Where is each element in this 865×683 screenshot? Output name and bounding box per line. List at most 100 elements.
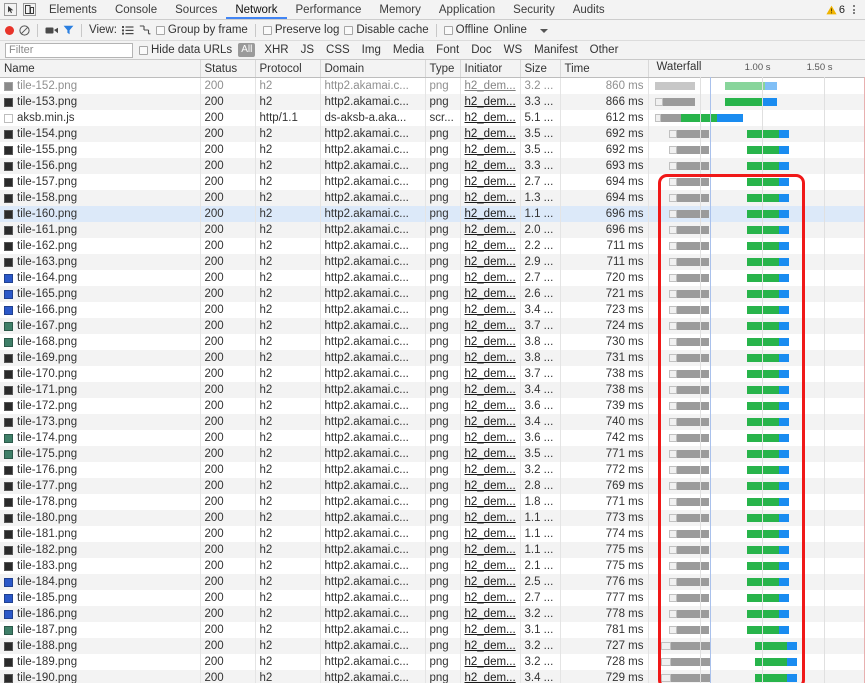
cell-waterfall[interactable] — [648, 110, 865, 126]
cell-name[interactable]: aksb.min.js — [0, 110, 201, 126]
table-row[interactable]: tile-169.png 200 h2 http2.akamai.c... png h2_… — [0, 350, 865, 366]
type-filter-doc[interactable]: Doc — [468, 43, 494, 57]
cell-waterfall[interactable] — [648, 494, 865, 510]
initiator-link[interactable]: h2_dem... — [465, 320, 516, 332]
throttling-dropdown[interactable] — [539, 24, 548, 36]
cell-name[interactable]: tile-152.png — [0, 77, 201, 94]
cell-waterfall[interactable] — [648, 638, 865, 654]
table-row[interactable]: tile-186.png 200 h2 http2.akamai.c... png h2_… — [0, 606, 865, 622]
table-row[interactable]: tile-167.png 200 h2 http2.akamai.c... png h2_… — [0, 318, 865, 334]
cell-waterfall[interactable] — [648, 558, 865, 574]
type-filter-ws[interactable]: WS — [501, 43, 526, 57]
cell-name[interactable]: tile-184.png — [0, 574, 201, 590]
col-header-time[interactable]: Time — [560, 60, 649, 78]
cell-name[interactable]: tile-189.png — [0, 654, 201, 670]
table-row[interactable]: tile-170.png 200 h2 http2.akamai.c... png h2_… — [0, 366, 865, 382]
cell-initiator[interactable]: h2_dem... — [460, 126, 521, 142]
cell-initiator[interactable]: h2_dem... — [460, 382, 521, 398]
cell-name[interactable]: tile-187.png — [0, 622, 201, 638]
cell-initiator[interactable]: h2_dem... — [460, 558, 521, 574]
cell-waterfall[interactable] — [648, 590, 865, 606]
table-row[interactable]: tile-154.png 200 h2 http2.akamai.c... png h2_… — [0, 126, 865, 142]
table-row[interactable]: tile-189.png 200 h2 http2.akamai.c... png h2_… — [0, 654, 865, 670]
cell-waterfall[interactable] — [648, 318, 865, 334]
initiator-link[interactable]: h2_dem... — [465, 256, 516, 268]
initiator-link[interactable]: h2_dem... — [465, 240, 516, 252]
table-row[interactable]: tile-185.png 200 h2 http2.akamai.c... png h2_… — [0, 590, 865, 606]
table-row[interactable]: tile-178.png 200 h2 http2.akamai.c... png h2_… — [0, 494, 865, 510]
cell-initiator[interactable]: h2_dem... — [460, 654, 521, 670]
initiator-link[interactable]: h2_dem... — [465, 368, 516, 380]
tab-memory[interactable]: Memory — [370, 0, 430, 19]
cell-waterfall[interactable] — [648, 606, 865, 622]
cell-name[interactable]: tile-166.png — [0, 302, 201, 318]
initiator-link[interactable]: h2_dem... — [465, 272, 516, 284]
table-row[interactable]: tile-172.png 200 h2 http2.akamai.c... png h2_… — [0, 398, 865, 414]
table-row[interactable]: tile-182.png 200 h2 http2.akamai.c... png h2_… — [0, 542, 865, 558]
clear-icon[interactable] — [19, 24, 30, 36]
inspect-element-icon[interactable] — [4, 3, 17, 16]
cell-waterfall[interactable] — [648, 302, 865, 318]
filter-icon[interactable] — [63, 25, 74, 35]
cell-name[interactable]: tile-171.png — [0, 382, 201, 398]
table-row[interactable]: tile-165.png 200 h2 http2.akamai.c... png h2_… — [0, 286, 865, 302]
table-row[interactable]: tile-190.png 200 h2 http2.akamai.c... png h2_… — [0, 670, 865, 683]
initiator-link[interactable]: h2_dem... — [465, 96, 516, 108]
group-by-frame-option[interactable]: Group by frame — [155, 24, 248, 36]
cell-waterfall[interactable] — [648, 542, 865, 558]
cell-name[interactable]: tile-174.png — [0, 430, 201, 446]
cell-name[interactable]: tile-172.png — [0, 398, 201, 414]
table-row[interactable]: tile-153.png 200 h2 http2.akamai.c... png h2_… — [0, 94, 865, 110]
table-row[interactable]: tile-162.png 200 h2 http2.akamai.c... png h2_… — [0, 238, 865, 254]
initiator-link[interactable]: h2_dem... — [465, 192, 516, 204]
initiator-link[interactable]: h2_dem... — [465, 288, 516, 300]
initiator-link[interactable]: h2_dem... — [465, 80, 516, 92]
cell-name[interactable]: tile-154.png — [0, 126, 201, 142]
disable-cache-option[interactable]: Disable cache — [344, 24, 429, 36]
table-row[interactable]: tile-155.png 200 h2 http2.akamai.c... png h2_… — [0, 142, 865, 158]
tab-audits[interactable]: Audits — [564, 0, 614, 19]
cell-name[interactable]: tile-173.png — [0, 414, 201, 430]
cell-waterfall[interactable] — [648, 670, 865, 683]
cell-name[interactable]: tile-188.png — [0, 638, 201, 654]
cell-initiator[interactable]: h2_dem... — [460, 510, 521, 526]
initiator-link[interactable]: h2_dem... — [465, 208, 516, 220]
cell-waterfall[interactable] — [648, 366, 865, 382]
cell-initiator[interactable]: h2_dem... — [460, 446, 521, 462]
waterfall-view-icon[interactable] — [139, 25, 151, 35]
initiator-link[interactable]: h2_dem... — [465, 640, 516, 652]
cell-name[interactable]: tile-176.png — [0, 462, 201, 478]
initiator-link[interactable]: h2_dem... — [465, 672, 516, 683]
cell-initiator[interactable]: h2_dem... — [460, 350, 521, 366]
initiator-link[interactable]: h2_dem... — [465, 656, 516, 668]
col-header-domain[interactable]: Domain — [320, 60, 426, 78]
hide-data-urls-checkbox[interactable] — [139, 45, 148, 55]
tab-network[interactable]: Network — [226, 0, 286, 19]
cell-waterfall[interactable] — [648, 462, 865, 478]
cell-initiator[interactable]: h2_dem... — [460, 398, 521, 414]
type-filter-js[interactable]: JS — [298, 43, 317, 57]
col-header-waterfall[interactable]: Waterfall 1.00 s 1.50 s — [648, 60, 865, 78]
table-row[interactable]: tile-161.png 200 h2 http2.akamai.c... png h2_… — [0, 222, 865, 238]
cell-initiator[interactable]: h2_dem... — [460, 622, 521, 638]
initiator-link[interactable]: h2_dem... — [465, 624, 516, 636]
initiator-link[interactable]: h2_dem... — [465, 144, 516, 156]
filter-input[interactable] — [5, 42, 133, 58]
initiator-link[interactable]: h2_dem... — [465, 576, 516, 588]
initiator-link[interactable]: h2_dem... — [465, 336, 516, 348]
type-filter-css[interactable]: CSS — [323, 43, 353, 57]
cell-name[interactable]: tile-168.png — [0, 334, 201, 350]
list-view-icon[interactable] — [121, 25, 134, 35]
cell-initiator[interactable]: h2_dem... — [460, 334, 521, 350]
cell-initiator[interactable]: h2_dem... — [460, 142, 521, 158]
type-filter-img[interactable]: Img — [359, 43, 384, 57]
initiator-link[interactable]: h2_dem... — [465, 528, 516, 540]
cell-waterfall[interactable] — [648, 286, 865, 302]
initiator-link[interactable]: h2_dem... — [465, 160, 516, 172]
cell-name[interactable]: tile-170.png — [0, 366, 201, 382]
cell-name[interactable]: tile-155.png — [0, 142, 201, 158]
kebab-menu-icon[interactable] — [849, 5, 859, 14]
initiator-link[interactable]: h2_dem... — [465, 432, 516, 444]
table-row[interactable]: tile-157.png 200 h2 http2.akamai.c... png h2_… — [0, 174, 865, 190]
requests-grid[interactable]: Name Status Protocol Domain Type Initiat… — [0, 60, 865, 683]
